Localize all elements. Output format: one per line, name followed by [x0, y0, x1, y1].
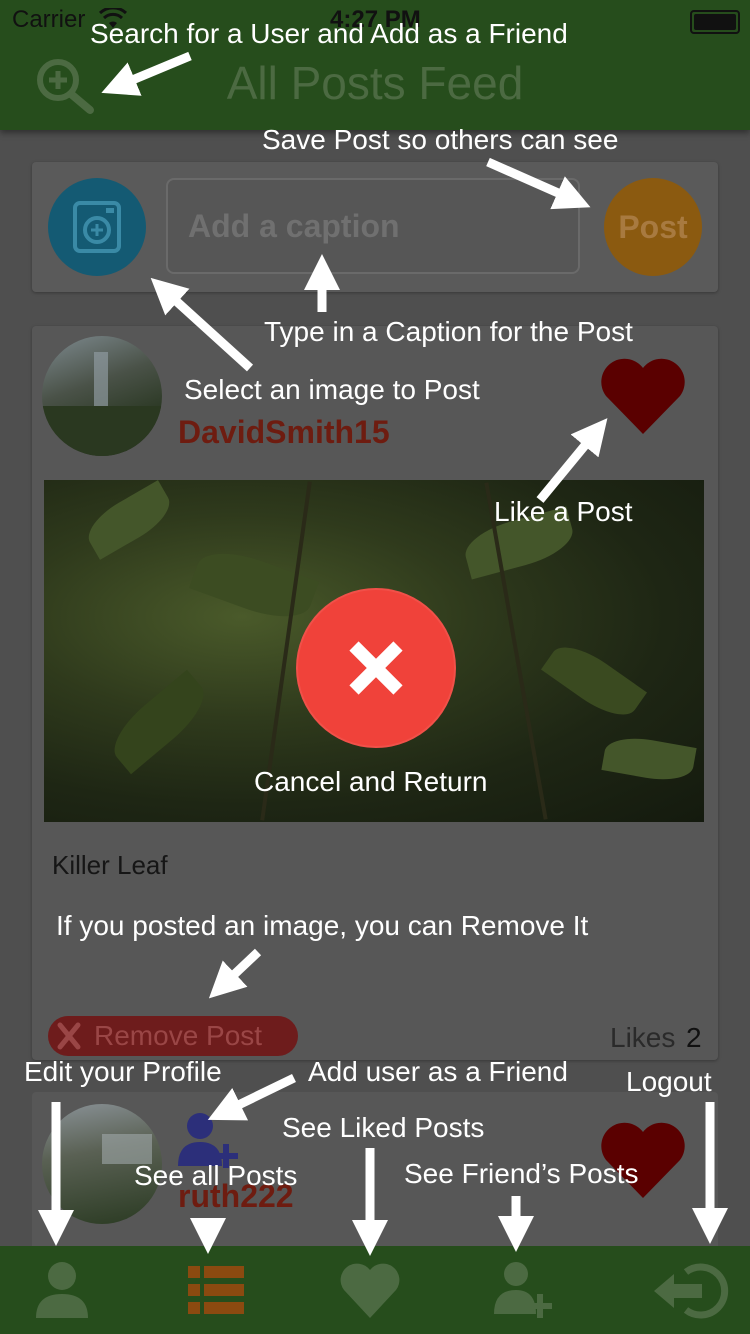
annotation-liked-posts: See Liked Posts: [282, 1112, 485, 1143]
logout-icon[interactable]: [650, 1258, 734, 1322]
battery-icon: [690, 10, 740, 34]
list-icon[interactable]: [184, 1258, 248, 1322]
cancel-button[interactable]: [296, 588, 456, 748]
annotation-like-post: Like a Post: [494, 496, 633, 527]
annotation-edit-profile: Edit your Profile: [24, 1056, 222, 1087]
annotation-cancel: Cancel and Return: [254, 766, 488, 797]
annotation-logout: Logout: [626, 1066, 712, 1097]
post-caption: Killer Leaf: [52, 850, 168, 880]
select-image-button[interactable]: [48, 178, 146, 276]
likes-label: Likes: [610, 1022, 676, 1053]
user-icon[interactable]: [30, 1258, 94, 1322]
heart-icon[interactable]: [338, 1258, 402, 1322]
camera-icon: [73, 201, 121, 253]
page-title: All Posts Feed: [226, 57, 524, 109]
heart-icon[interactable]: [600, 356, 686, 436]
annotation-add-friend: Add user as a Friend: [308, 1056, 568, 1087]
annotation-type-caption: Type in a Caption for the Post: [264, 316, 633, 347]
avatar[interactable]: [42, 336, 162, 456]
tab-bar: [0, 1246, 750, 1334]
annotation-save-post: Save Post so others can see: [262, 124, 619, 155]
close-icon: [349, 641, 403, 695]
annotation-select-image: Select an image to Post: [184, 374, 480, 405]
annotation-all-posts: See all Posts: [134, 1160, 298, 1191]
remove-post-label: Remove Post: [94, 1020, 263, 1051]
post-username[interactable]: DavidSmith15: [178, 414, 390, 451]
user-plus-icon[interactable]: [490, 1258, 554, 1322]
caption-input[interactable]: [166, 178, 580, 274]
annotation-search: Search for a User and Add as a Friend: [90, 18, 568, 49]
post-composer: Post: [32, 162, 718, 292]
annotation-friends-posts: See Friend’s Posts: [404, 1158, 639, 1189]
remove-post-button[interactable]: Remove Post: [48, 1016, 298, 1056]
x-icon: [57, 1022, 81, 1050]
status-carrier: Carrier: [12, 6, 86, 33]
annotation-remove: If you posted an image, you can Remove I…: [56, 910, 589, 941]
likes-count: 2: [686, 1022, 702, 1053]
post-button[interactable]: Post: [604, 178, 702, 276]
